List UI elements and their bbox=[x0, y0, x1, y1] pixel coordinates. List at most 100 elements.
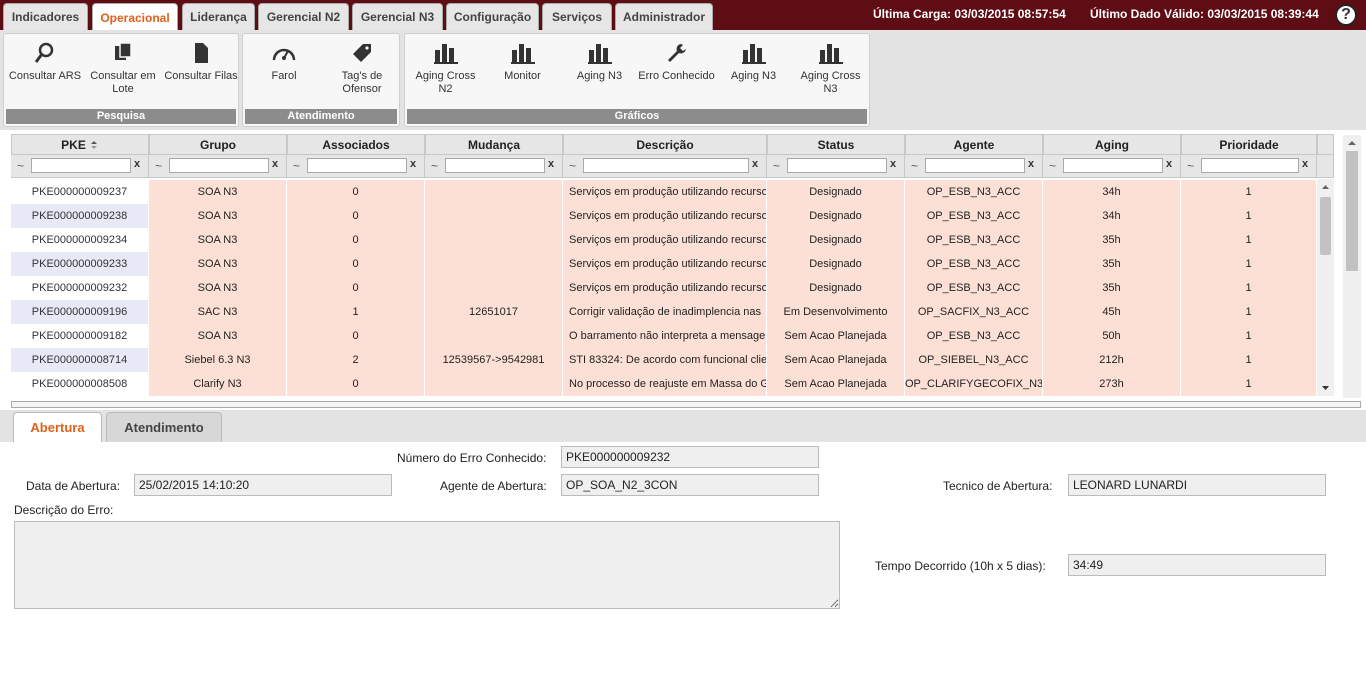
filter-input-descricao[interactable] bbox=[583, 158, 749, 173]
table-row[interactable]: PKE000000009233 SOA N3 0 Serviços em produç… bbox=[11, 252, 1317, 276]
consultar-filas-button[interactable]: Consultar Filas bbox=[162, 42, 240, 106]
filter-clear-icon[interactable]: x bbox=[1302, 158, 1308, 170]
filter-input-grupo[interactable] bbox=[169, 158, 269, 173]
aging-n3-label-2: Aging N3 bbox=[730, 70, 777, 82]
cell-mudanca bbox=[425, 324, 563, 348]
filter-input-status[interactable] bbox=[787, 158, 887, 173]
filter-mode-icon[interactable]: ~ bbox=[773, 159, 780, 173]
column-header-associados[interactable]: Associados bbox=[287, 134, 425, 155]
tab-gerencial-n3[interactable]: Gerencial N3 bbox=[352, 3, 443, 30]
filter-spacer bbox=[1317, 155, 1334, 178]
filter-mode-icon[interactable]: ~ bbox=[431, 159, 438, 173]
data-abertura-field[interactable]: 25/02/2015 14:10:20 bbox=[134, 474, 392, 496]
filter-cell-agente: ~ x bbox=[905, 155, 1043, 178]
table-row[interactable]: PKE000000008508 Clarify N3 0 No processo de… bbox=[11, 372, 1317, 396]
column-header-descricao[interactable]: Descrição bbox=[563, 134, 767, 155]
filter-clear-icon[interactable]: x bbox=[1166, 158, 1172, 170]
cell-aging: 34h bbox=[1043, 180, 1181, 204]
aging-n3-button-2[interactable]: Aging N3 bbox=[715, 42, 792, 106]
filter-clear-icon[interactable]: x bbox=[548, 158, 554, 170]
aging-cross-n2-button[interactable]: Aging Cross N2 bbox=[407, 42, 484, 106]
help-icon[interactable]: ? bbox=[1335, 4, 1357, 26]
page-scrollbar[interactable] bbox=[1343, 135, 1361, 398]
cell-prioridade: 1 bbox=[1181, 180, 1317, 204]
tags-de-ofensor-label: Tag's de Ofensor bbox=[341, 70, 383, 95]
aging-n3-button[interactable]: Aging N3 bbox=[561, 42, 638, 106]
tab-configuracao[interactable]: Configuração bbox=[446, 3, 539, 30]
tab-servicos[interactable]: Serviços bbox=[542, 3, 612, 30]
cell-status: Designado bbox=[767, 180, 905, 204]
table-row[interactable]: PKE000000008714 Siebel 6.3 N3 2 12539567->9… bbox=[11, 348, 1317, 372]
aging-cross-n3-button[interactable]: Aging Cross N3 bbox=[792, 42, 869, 106]
tempo-decorrido-field[interactable]: 34:49 bbox=[1068, 554, 1326, 576]
cell-agente: OP_ESB_N3_ACC bbox=[905, 276, 1043, 300]
column-header-aging[interactable]: Aging bbox=[1043, 134, 1181, 155]
filter-input-agente[interactable] bbox=[925, 158, 1025, 173]
filter-clear-icon[interactable]: x bbox=[752, 158, 758, 170]
table-row[interactable]: PKE000000009237 SOA N3 0 Serviços em produç… bbox=[11, 180, 1317, 204]
tecnico-abertura-field[interactable]: LEONARD LUNARDI bbox=[1068, 474, 1326, 496]
table-row[interactable]: PKE000000009196 SAC N3 1 12651017 Corrigir v… bbox=[11, 300, 1317, 324]
column-header-prioridade[interactable]: Prioridade bbox=[1181, 134, 1317, 155]
cell-aging: 34h bbox=[1043, 204, 1181, 228]
tab-gerencial-n2[interactable]: Gerencial N2 bbox=[258, 3, 349, 30]
filter-mode-icon[interactable]: ~ bbox=[569, 159, 576, 173]
filter-cell-status: ~ x bbox=[767, 155, 905, 178]
filter-input-aging[interactable] bbox=[1063, 158, 1163, 173]
filter-clear-icon[interactable]: x bbox=[1028, 158, 1034, 170]
scroll-down-icon[interactable] bbox=[1317, 382, 1334, 394]
page-scroll-thumb[interactable] bbox=[1346, 151, 1358, 271]
filter-clear-icon[interactable]: x bbox=[890, 158, 896, 170]
tab-atendimento[interactable]: Atendimento bbox=[106, 412, 222, 442]
tab-administrador[interactable]: Administrador bbox=[615, 3, 713, 30]
tab-lideranca[interactable]: Liderança bbox=[182, 3, 255, 30]
column-header-pke[interactable]: PKE bbox=[11, 134, 149, 155]
cell-descricao: Serviços em produção utilizando recurso bbox=[563, 252, 767, 276]
farol-label: Farol bbox=[271, 70, 297, 82]
filter-mode-icon[interactable]: ~ bbox=[155, 159, 162, 173]
filter-mode-icon[interactable]: ~ bbox=[1187, 159, 1194, 173]
grid-splitter[interactable] bbox=[11, 401, 1361, 408]
farol-button[interactable]: Farol bbox=[245, 42, 323, 106]
tags-de-ofensor-button[interactable]: Tag's de Ofensor bbox=[323, 42, 401, 106]
monitor-button[interactable]: Monitor bbox=[484, 42, 561, 106]
descricao-textarea[interactable] bbox=[14, 521, 840, 609]
cell-associados: 0 bbox=[287, 324, 425, 348]
filter-mode-icon[interactable]: ~ bbox=[911, 159, 918, 173]
tab-indicadores[interactable]: Indicadores bbox=[3, 3, 88, 30]
top-nav-bar: Indicadores Operacional Liderança Gerenc… bbox=[0, 0, 1366, 31]
column-header-grupo[interactable]: Grupo bbox=[149, 134, 287, 155]
cell-status: Em Desenvolvimento bbox=[767, 300, 905, 324]
table-row[interactable]: PKE000000009182 SOA N3 0 O barramento não i… bbox=[11, 324, 1317, 348]
erro-conhecido-button[interactable]: Erro Conhecido bbox=[638, 42, 715, 106]
table-row[interactable]: PKE000000009238 SOA N3 0 Serviços em produç… bbox=[11, 204, 1317, 228]
filter-input-associados[interactable] bbox=[307, 158, 407, 173]
grid-scrollbar[interactable] bbox=[1317, 179, 1334, 396]
filter-input-prioridade[interactable] bbox=[1201, 158, 1299, 173]
tab-abertura[interactable]: Abertura bbox=[13, 412, 102, 442]
filter-input-pke[interactable] bbox=[31, 158, 131, 173]
page-scroll-up-icon[interactable] bbox=[1343, 137, 1361, 149]
filter-mode-icon[interactable]: ~ bbox=[293, 159, 300, 173]
filter-mode-icon[interactable]: ~ bbox=[1049, 159, 1056, 173]
table-row[interactable]: PKE000000009234 SOA N3 0 Serviços em produç… bbox=[11, 228, 1317, 252]
filter-clear-icon[interactable]: x bbox=[410, 158, 416, 170]
consultar-ars-button[interactable]: Consultar ARS bbox=[6, 42, 84, 106]
filter-mode-icon[interactable]: ~ bbox=[17, 159, 24, 173]
scroll-up-icon[interactable] bbox=[1317, 181, 1334, 193]
column-header-mudanca[interactable]: Mudança bbox=[425, 134, 563, 155]
consultar-em-lote-button[interactable]: Consultar em Lote bbox=[84, 42, 162, 106]
numero-field[interactable]: PKE000000009232 bbox=[561, 446, 819, 468]
cell-pke: PKE000000009196 bbox=[11, 300, 149, 324]
column-header-agente[interactable]: Agente bbox=[905, 134, 1043, 155]
filter-input-mudanca[interactable] bbox=[445, 158, 545, 173]
column-header-status[interactable]: Status bbox=[767, 134, 905, 155]
tab-operacional[interactable]: Operacional bbox=[92, 3, 178, 31]
agente-abertura-field[interactable]: OP_SOA_N2_3CON bbox=[561, 474, 819, 496]
filter-clear-icon[interactable]: x bbox=[134, 158, 140, 170]
cell-prioridade: 1 bbox=[1181, 324, 1317, 348]
table-row[interactable]: PKE000000009232 SOA N3 0 Serviços em produç… bbox=[11, 276, 1317, 300]
cell-mudanca bbox=[425, 204, 563, 228]
filter-clear-icon[interactable]: x bbox=[272, 158, 278, 170]
grid-scroll-thumb[interactable] bbox=[1320, 197, 1331, 255]
